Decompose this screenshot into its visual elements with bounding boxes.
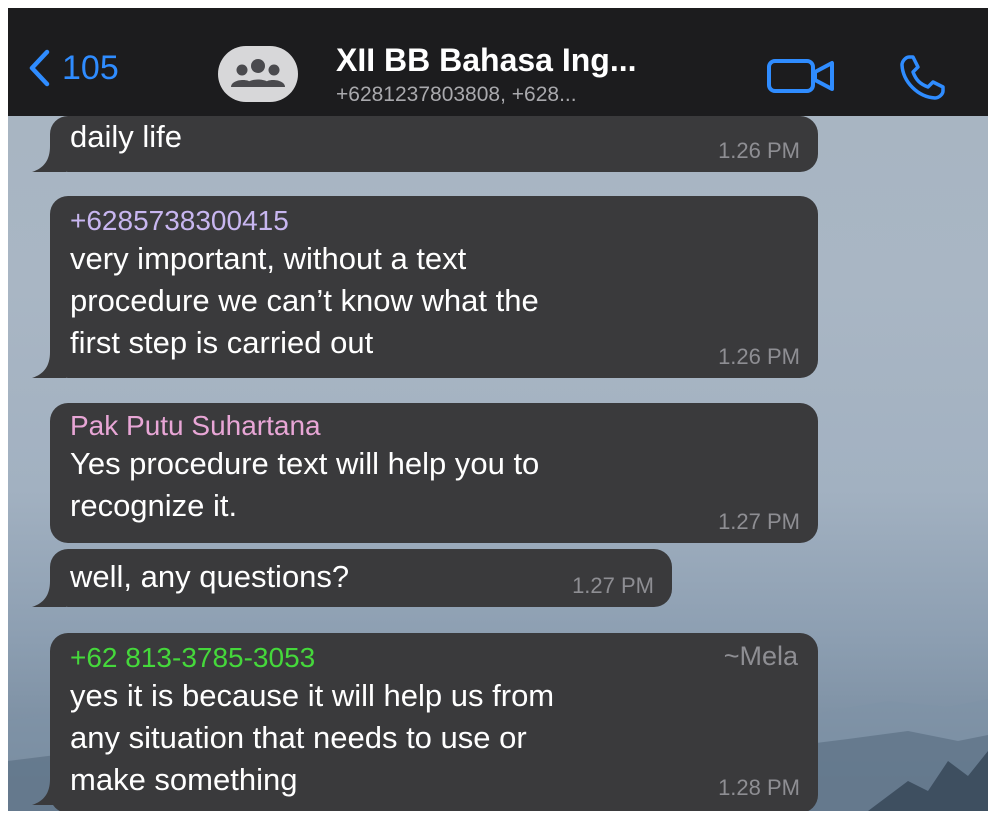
phone-icon bbox=[900, 55, 945, 100]
sender-alias: ~Mela bbox=[723, 641, 798, 671]
chat-title: XII BB Bahasa Ing... bbox=[336, 42, 637, 78]
message-bubble[interactable]: +62 813-3785-3053 ~Mela yes it is becaus… bbox=[32, 633, 818, 811]
message-time: 1.27 PM bbox=[718, 509, 800, 534]
message-time: 1.26 PM bbox=[718, 138, 800, 163]
bubble-tail bbox=[32, 779, 66, 805]
back-button[interactable]: 105 bbox=[28, 48, 119, 88]
message-bubble[interactable]: Pak Putu Suhartana Yes procedure text wi… bbox=[50, 403, 818, 543]
voice-call-button[interactable] bbox=[898, 52, 948, 107]
message-text: yes it is because it will help us from a… bbox=[70, 678, 555, 797]
video-camera-icon bbox=[767, 59, 834, 93]
chevron-left-icon bbox=[29, 49, 50, 87]
group-avatar[interactable] bbox=[218, 46, 298, 102]
message-sender[interactable]: +6285738300415 bbox=[70, 196, 798, 238]
message-text: daily life bbox=[70, 119, 182, 154]
video-call-button[interactable] bbox=[766, 58, 838, 99]
chat-info[interactable]: XII BB Bahasa Ing... +6281237803808, +62… bbox=[336, 42, 746, 107]
message-time: 1.28 PM bbox=[718, 775, 800, 800]
message-bubble[interactable]: +6285738300415 very important, without a… bbox=[32, 196, 818, 378]
unread-count: 105 bbox=[62, 48, 119, 87]
chat-participants: +6281237803808, +628... bbox=[336, 83, 577, 106]
message-sender[interactable]: +62 813-3785-3053 bbox=[70, 633, 798, 675]
group-avatar-icon bbox=[231, 59, 285, 87]
chat-screen: 105 XII BB Bahasa Ing... +6281237803808,… bbox=[8, 8, 988, 811]
message-text: well, any questions? bbox=[70, 559, 350, 594]
message-text: very important, without a text procedure… bbox=[70, 241, 539, 360]
message-bubble[interactable]: daily life 1.26 PM bbox=[32, 116, 818, 172]
chat-header: 105 XII BB Bahasa Ing... +6281237803808,… bbox=[8, 8, 988, 116]
message-sender[interactable]: Pak Putu Suhartana bbox=[70, 403, 798, 443]
message-time: 1.26 PM bbox=[718, 344, 800, 369]
message-text: Yes procedure text will help you to reco… bbox=[70, 446, 540, 523]
message-time: 1.27 PM bbox=[572, 573, 654, 598]
message-bubble[interactable]: well, any questions? 1.27 PM bbox=[32, 549, 672, 607]
bubble-tail bbox=[32, 581, 66, 607]
bubble-tail bbox=[32, 352, 66, 378]
bubble-tail bbox=[32, 146, 66, 172]
